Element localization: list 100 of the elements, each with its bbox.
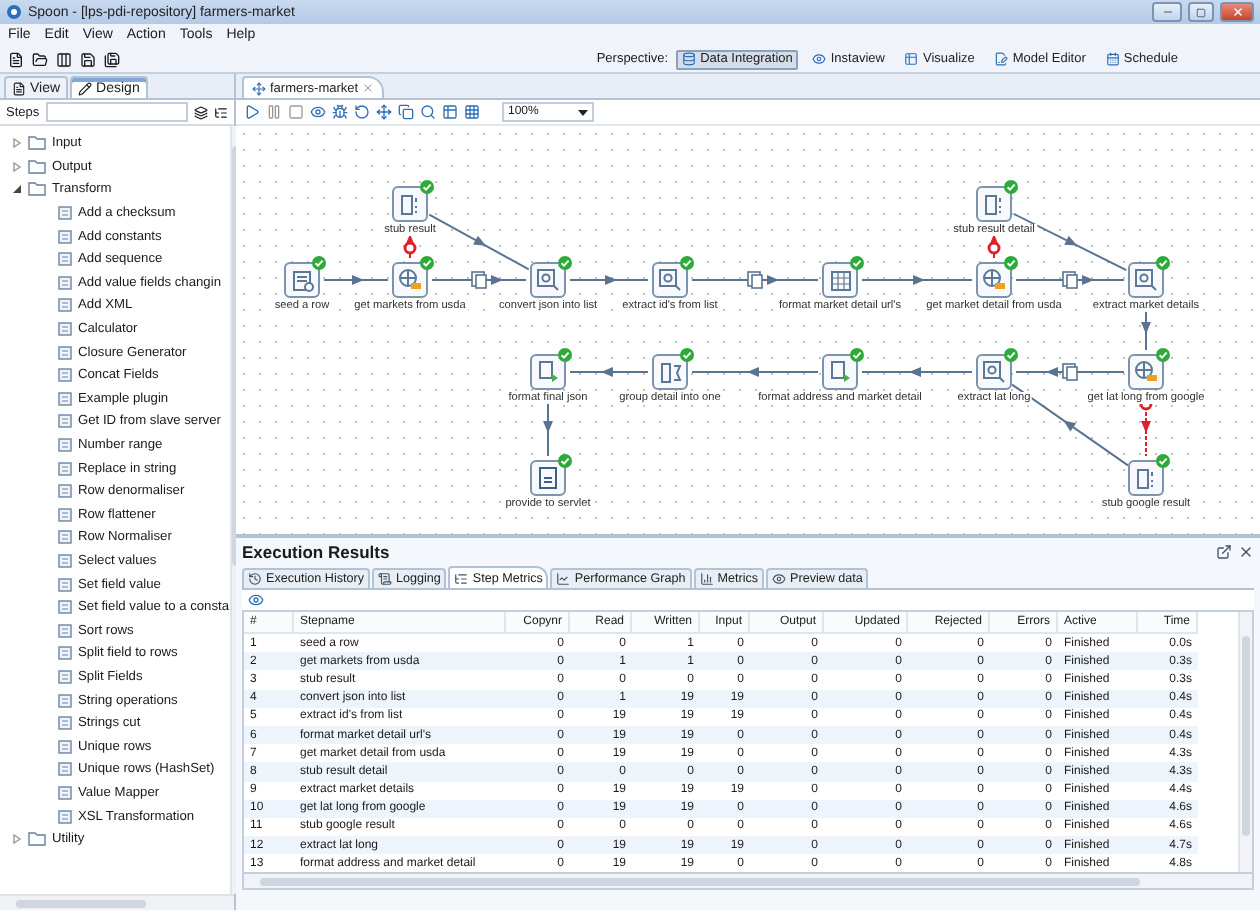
document-icon <box>12 81 26 95</box>
minimize-icon <box>1161 6 1173 18</box>
step-type-icon <box>58 693 72 708</box>
step-icon[interactable] <box>1128 460 1164 496</box>
maximize-icon <box>1196 7 1206 17</box>
run-icon[interactable] <box>244 104 260 120</box>
search-icon[interactable] <box>420 104 436 120</box>
replay-icon[interactable] <box>354 104 370 120</box>
step-icon[interactable] <box>530 262 566 298</box>
step-icon[interactable] <box>976 186 1012 222</box>
step-type-icon <box>58 553 72 568</box>
step-icon[interactable] <box>1128 262 1164 298</box>
app-logo-icon <box>6 4 22 20</box>
step-type-icon <box>58 507 72 522</box>
table-icon[interactable] <box>442 104 458 120</box>
step-icon[interactable] <box>652 262 688 298</box>
copy-rows-icon <box>1062 271 1078 289</box>
step-type-icon <box>58 577 72 592</box>
step-type-icon <box>58 322 72 337</box>
step-icon[interactable] <box>1128 354 1164 390</box>
step-type-icon <box>58 275 72 290</box>
step-type-icon <box>58 809 72 824</box>
step-type-icon <box>58 461 72 476</box>
debug-icon[interactable] <box>332 104 348 120</box>
expander-icon[interactable] <box>12 184 22 195</box>
dropdown-arrow-icon <box>578 109 588 115</box>
tab-icon <box>699 572 714 586</box>
hop-arrow <box>861 367 973 377</box>
step-type-icon <box>58 646 72 661</box>
hop-arrow <box>1015 367 1125 377</box>
step-type-icon <box>58 298 72 313</box>
close-button[interactable] <box>1220 2 1254 22</box>
open-folder-icon[interactable] <box>32 51 48 67</box>
tab-icon <box>454 571 469 585</box>
tab-icon <box>772 572 787 586</box>
copy-rows-icon <box>1062 363 1078 381</box>
perspective-icon <box>1105 52 1120 66</box>
preview-icon[interactable] <box>310 104 326 120</box>
step-type-icon <box>58 438 72 453</box>
hop-arrow <box>323 275 389 285</box>
step-icon[interactable] <box>976 354 1012 390</box>
maximize-button[interactable] <box>1188 2 1214 22</box>
hop-arrow <box>1012 212 1128 272</box>
hop-arrow <box>569 275 649 285</box>
hop-arrow <box>431 275 527 285</box>
perspective-icon <box>904 52 919 66</box>
minimize-button[interactable] <box>1152 2 1182 22</box>
perspective-icon <box>682 52 697 66</box>
tab-icon <box>556 572 571 586</box>
tab-icon <box>378 572 392 586</box>
new-file-icon[interactable] <box>8 51 24 67</box>
step-type-icon <box>58 716 72 731</box>
detach-icon[interactable] <box>1216 544 1232 560</box>
copy-icon[interactable] <box>398 104 414 120</box>
grid-icon[interactable] <box>464 104 480 120</box>
step-icon[interactable] <box>530 460 566 496</box>
step-type-icon <box>58 391 72 406</box>
step-type-icon <box>58 414 72 429</box>
step-icon[interactable] <box>392 262 428 298</box>
step-icon[interactable] <box>652 354 688 390</box>
step-type-icon <box>58 484 72 499</box>
save-icon[interactable] <box>80 51 96 67</box>
preview-icon[interactable] <box>248 592 264 608</box>
scrollbar[interactable] <box>242 874 1254 891</box>
scrollbar[interactable] <box>1238 612 1252 873</box>
close-icon <box>1231 6 1243 18</box>
pencil-icon <box>78 81 93 95</box>
pause-icon[interactable] <box>266 104 282 120</box>
step-icon[interactable] <box>284 262 320 298</box>
scrollbar[interactable] <box>0 894 234 910</box>
step-type-icon <box>58 206 72 221</box>
step-icon[interactable] <box>530 354 566 390</box>
hop-arrow <box>691 367 819 377</box>
step-icon[interactable] <box>822 354 858 390</box>
step-type-icon <box>58 368 72 383</box>
step-type-icon <box>58 252 72 267</box>
step-type-icon <box>58 600 72 615</box>
step-icon[interactable] <box>822 262 858 298</box>
step-type-icon <box>58 762 72 777</box>
copy-rows-icon <box>747 271 763 289</box>
error-hop-icon <box>987 241 1001 255</box>
step-type-icon <box>58 229 72 244</box>
error-hop-icon <box>403 241 417 255</box>
step-type-icon <box>58 785 72 800</box>
step-type-icon <box>58 739 72 754</box>
step-type-icon <box>58 623 72 638</box>
panel-title: Execution Results <box>242 542 392 562</box>
search-field[interactable] <box>45 102 188 122</box>
step-icon[interactable] <box>392 186 428 222</box>
save-as-icon[interactable] <box>104 51 120 67</box>
perspective-icon <box>812 52 827 66</box>
step-type-icon <box>58 530 72 545</box>
hop-arrow <box>691 275 819 285</box>
step-type-icon <box>58 345 72 360</box>
close-icon[interactable] <box>1238 544 1254 560</box>
copy-rows-icon <box>471 271 487 289</box>
hop-arrow <box>569 367 649 377</box>
step-icon[interactable] <box>976 262 1012 298</box>
folder-icon <box>28 832 46 847</box>
hop-arrow <box>861 275 973 285</box>
